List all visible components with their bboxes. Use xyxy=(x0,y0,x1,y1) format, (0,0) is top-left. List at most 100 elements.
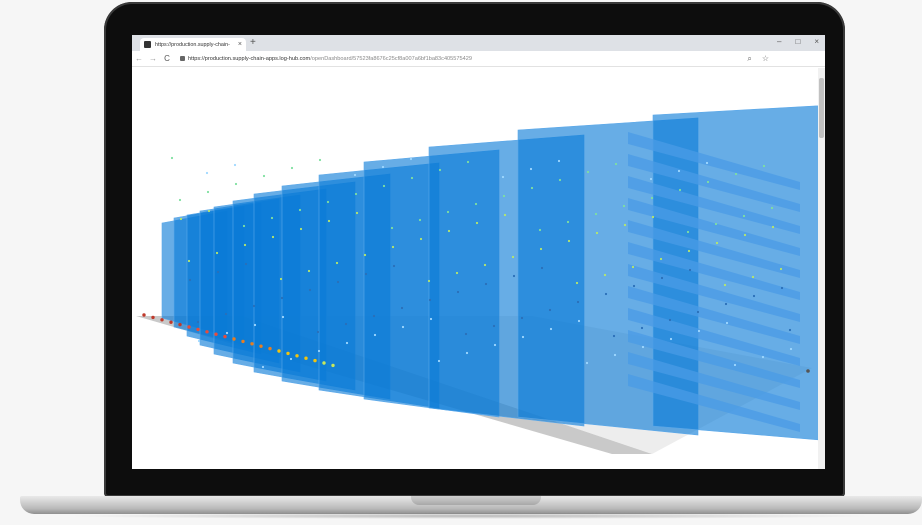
storage-bin-dot xyxy=(466,160,470,164)
storage-bin-dot xyxy=(586,170,590,174)
storage-bin-dot xyxy=(391,245,395,249)
storage-bin-dot xyxy=(252,304,256,308)
browser-tab[interactable]: https://production.supply-chain- × xyxy=(140,38,246,51)
storage-bin-dot xyxy=(418,218,422,222)
storage-bin-dot xyxy=(557,159,561,163)
storage-bin-dot xyxy=(558,178,562,182)
storage-bin-dot xyxy=(632,284,636,288)
storage-bin-dot xyxy=(548,308,552,312)
storage-bin-dot xyxy=(612,334,616,338)
storage-bin-dot xyxy=(640,326,644,330)
floor-marker-dot xyxy=(313,358,317,363)
storage-bin-dot xyxy=(549,327,553,331)
floor-marker-dot xyxy=(268,346,272,351)
floor-marker-dot xyxy=(223,334,227,339)
storage-bin-dot xyxy=(512,274,516,278)
storage-bin-dot xyxy=(567,239,571,243)
storage-bin-dot xyxy=(743,233,747,237)
back-button[interactable]: ← xyxy=(132,54,146,63)
storage-bin-dot xyxy=(575,281,579,285)
storage-bin-dot xyxy=(651,215,655,219)
storage-bin-dot xyxy=(576,300,580,304)
storage-bin-dot xyxy=(344,322,348,326)
minimize-button[interactable]: – xyxy=(777,37,781,47)
storage-bin-dot xyxy=(677,169,681,173)
storage-bin-dot xyxy=(401,325,405,329)
storage-bin-dot xyxy=(715,241,719,245)
favicon-icon xyxy=(144,41,151,48)
zoom-icon[interactable]: ⌕ xyxy=(747,54,751,64)
floor-marker-dot xyxy=(214,332,218,336)
storage-bin-dot xyxy=(363,253,367,257)
storage-bin-dot xyxy=(780,286,784,290)
scrollbar-thumb[interactable] xyxy=(819,78,824,138)
floor-marker-dot xyxy=(241,339,245,344)
storage-bin-dot xyxy=(197,339,201,343)
storage-bin-dot xyxy=(224,312,228,316)
storage-bin-dot xyxy=(475,221,479,225)
storage-bin-dot xyxy=(705,161,709,165)
storage-bin-dot xyxy=(641,345,645,349)
storage-bin-dot xyxy=(381,165,385,169)
storage-bin-dot xyxy=(215,251,219,255)
storage-bin-dot xyxy=(751,275,755,279)
storage-bin-dot xyxy=(437,359,441,363)
forward-button[interactable]: → xyxy=(146,54,160,63)
storage-bin-dot xyxy=(669,337,673,341)
window-controls: – □ × xyxy=(777,37,819,47)
storage-bin-dot xyxy=(577,319,581,323)
storage-bin-dot xyxy=(483,263,487,267)
storage-bin-dot xyxy=(530,186,534,190)
storage-bin-dot xyxy=(650,196,654,200)
reload-button[interactable]: C xyxy=(160,54,174,63)
storage-bin-dot xyxy=(234,182,238,186)
storage-bin-dot xyxy=(678,188,682,192)
new-tab-button[interactable]: + xyxy=(250,37,256,49)
close-window-button[interactable]: × xyxy=(814,37,819,47)
tab-close-icon[interactable]: × xyxy=(238,41,242,48)
address-bar[interactable]: https://production.supply-chain-apps.log… xyxy=(188,56,472,62)
storage-bin-dot xyxy=(604,292,608,296)
storage-bin-dot xyxy=(585,361,589,365)
storage-bin-dot xyxy=(373,333,377,337)
storage-bin-dot xyxy=(503,213,507,217)
storage-bin-dot xyxy=(697,329,701,333)
storage-bin-dot xyxy=(455,271,459,275)
storage-bin-dot xyxy=(687,249,691,253)
storage-bin-dot xyxy=(392,264,396,268)
storage-bin-dot xyxy=(345,341,349,345)
laptop-mockup: https://production.supply-chain- × + – □… xyxy=(0,0,922,525)
storage-bin-dot xyxy=(474,202,478,206)
storage-bin-dot xyxy=(456,290,460,294)
storage-bin-dot xyxy=(493,343,497,347)
storage-bin-dot xyxy=(603,273,607,277)
floor-marker-dot xyxy=(277,349,281,353)
floor-marker-dot xyxy=(250,342,254,346)
storage-bin-dot xyxy=(188,278,192,282)
floor-marker-dot xyxy=(304,356,308,360)
maximize-button[interactable]: □ xyxy=(795,37,800,47)
storage-bin-dot xyxy=(308,288,312,292)
storage-bin-dot xyxy=(438,168,442,172)
storage-bin-dot xyxy=(770,206,774,210)
storage-bin-dot xyxy=(734,172,738,176)
warehouse-3d-visualization[interactable] xyxy=(132,68,825,469)
vertical-scrollbar[interactable] xyxy=(818,68,825,469)
storage-bin-dot xyxy=(327,219,331,223)
storage-bin-dot xyxy=(353,173,357,177)
dashboard-viewport xyxy=(132,68,825,469)
storage-bin-dot xyxy=(307,269,311,273)
floor-marker-dot xyxy=(169,320,173,324)
storage-bin-dot xyxy=(733,363,737,367)
storage-bin-dot xyxy=(492,324,496,328)
storage-bin-dot xyxy=(789,347,793,351)
storage-bin-dot xyxy=(594,212,598,216)
storage-bin-dot xyxy=(631,265,635,269)
storage-bin-dot xyxy=(427,279,431,283)
storage-bin-dot xyxy=(668,318,672,322)
storage-bin-dot xyxy=(788,328,792,332)
floor-marker-dot xyxy=(322,361,326,365)
storage-bin-dot xyxy=(484,282,488,286)
star-icon[interactable]: ☆ xyxy=(762,54,769,64)
storage-bin-dot xyxy=(752,294,756,298)
